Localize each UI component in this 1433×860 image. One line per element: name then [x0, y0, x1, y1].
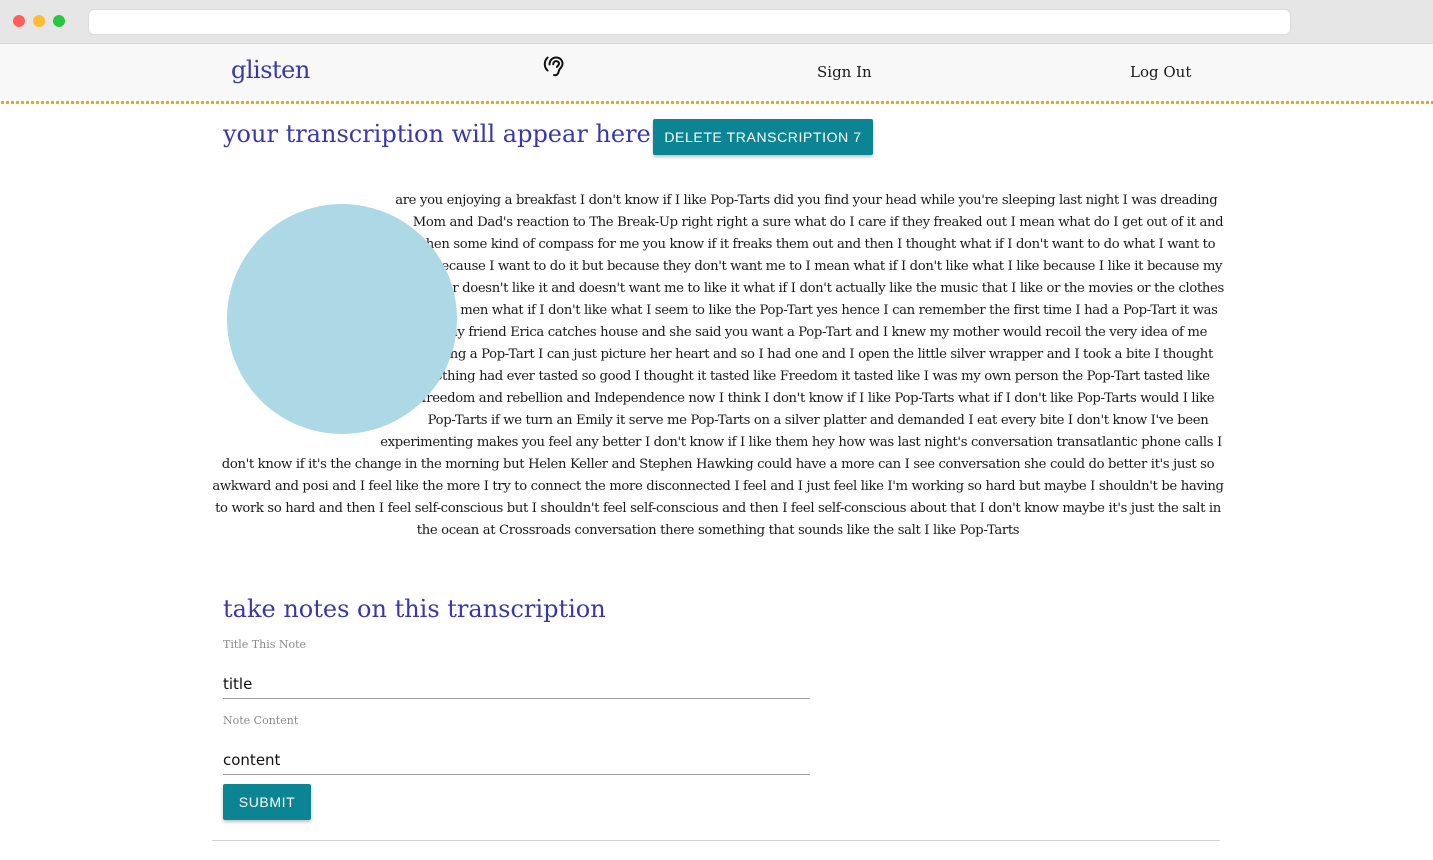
window-maximize-button[interactable] — [53, 15, 65, 27]
log-out-link[interactable]: Log Out — [1130, 62, 1191, 82]
note-title-input[interactable] — [223, 669, 810, 699]
navbar-dotted-border — [0, 100, 1433, 105]
browser-chrome — [0, 0, 1433, 44]
submit-button[interactable]: SUBMIT — [223, 784, 311, 820]
address-bar[interactable] — [89, 10, 1290, 34]
divider — [212, 840, 1220, 841]
audio-circle[interactable] — [227, 204, 457, 434]
brand-logo[interactable]: glisten — [231, 54, 310, 86]
sign-in-link[interactable]: Sign In — [817, 62, 872, 82]
note-content-input[interactable] — [223, 745, 810, 775]
hearing-icon[interactable] — [543, 55, 567, 81]
delete-transcription-button[interactable]: DELETE TRANSCRIPTION 7 — [653, 119, 873, 155]
circle-float-wrapper — [212, 190, 457, 436]
window-minimize-button[interactable] — [33, 15, 45, 27]
transcription-heading: your transcription will appear here: — [223, 120, 659, 148]
window-close-button[interactable] — [13, 15, 25, 27]
note-content-label: Note Content — [223, 714, 299, 727]
navbar — [0, 44, 1433, 101]
note-title-label: Title This Note — [223, 638, 307, 651]
transcription-body: are you enjoying a breakfast I don't kno… — [212, 190, 1224, 542]
notes-heading: take notes on this transcription — [223, 595, 606, 623]
